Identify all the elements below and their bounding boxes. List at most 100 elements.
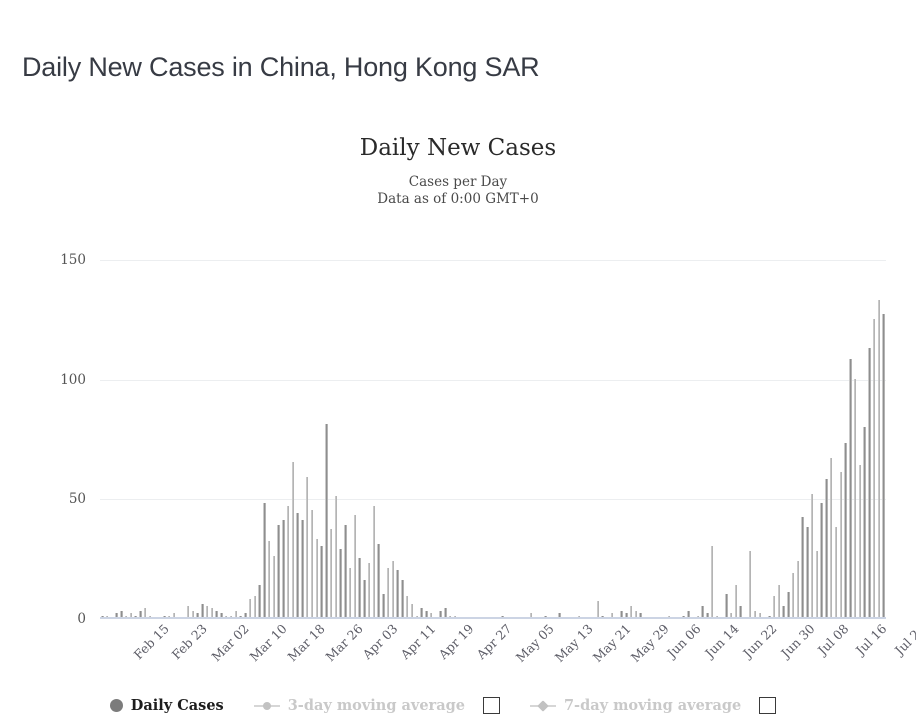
- bar[interactable]: [367, 562, 371, 618]
- x-axis-tick-label: Mar 18: [284, 621, 328, 665]
- bar[interactable]: [710, 546, 714, 618]
- bar[interactable]: [320, 546, 323, 618]
- bar[interactable]: [863, 426, 866, 618]
- x-axis-labels: Feb 15 Feb 23 Mar 02 Mar 10 Mar 18 Mar 26 Apr …: [100, 621, 916, 683]
- legend-item-2[interactable]: 3-day moving average: [253, 696, 500, 714]
- bar[interactable]: [339, 548, 342, 618]
- x-axis-tick-label: May 29: [627, 621, 672, 665]
- bar[interactable]: [734, 584, 738, 618]
- y-axis-tick-label: 150: [60, 251, 86, 268]
- x-axis-tick-label: Apr 03: [359, 621, 401, 662]
- plot-area: [100, 236, 886, 619]
- bar[interactable]: [391, 560, 395, 618]
- bar[interactable]: [396, 570, 399, 618]
- bar[interactable]: [815, 550, 819, 618]
- x-axis-tick-label: May 21: [589, 621, 634, 665]
- bar[interactable]: [201, 603, 204, 618]
- bar[interactable]: [253, 596, 257, 618]
- x-axis-tick-label: Jul 24: [891, 621, 916, 658]
- bar[interactable]: [825, 479, 828, 618]
- x-axis-tick-label: Apr 27: [473, 621, 515, 662]
- circle-marker-icon: [109, 698, 123, 712]
- bar[interactable]: [348, 567, 352, 618]
- y-axis-tick-label: 0: [77, 611, 86, 627]
- gridline: [100, 379, 886, 381]
- chart-subtitle: Cases per Day Data as of 0:00 GMT+0: [377, 174, 539, 207]
- diamond-marker-icon: [537, 699, 549, 712]
- bar[interactable]: [386, 567, 390, 618]
- bar[interactable]: [248, 598, 252, 618]
- bar[interactable]: [810, 493, 814, 618]
- bar[interactable]: [267, 541, 271, 618]
- bar[interactable]: [334, 495, 338, 618]
- bar[interactable]: [325, 424, 328, 618]
- bar[interactable]: [263, 503, 266, 618]
- bar[interactable]: [286, 505, 290, 618]
- bar[interactable]: [296, 512, 299, 618]
- page-title: Daily New Cases in China, Hong Kong SAR: [22, 52, 540, 82]
- bar[interactable]: [406, 596, 409, 618]
- x-axis-tick-label: Mar 26: [322, 621, 366, 665]
- bar[interactable]: [801, 517, 804, 618]
- bar[interactable]: [787, 591, 790, 618]
- y-axis: Novel Coronavirus Daily Cases 050100150: [0, 236, 96, 627]
- bar[interactable]: [853, 378, 857, 618]
- bar[interactable]: [258, 584, 261, 618]
- chart-legend: Daily Cases 3-day moving average 7-day mov…: [0, 688, 916, 722]
- x-axis-tick-label: Feb 23: [169, 621, 211, 663]
- bar[interactable]: [596, 601, 600, 618]
- bar[interactable]: [829, 457, 833, 618]
- bar[interactable]: [796, 560, 800, 618]
- bar[interactable]: [858, 464, 862, 618]
- x-axis-tick-label: May 05: [513, 621, 558, 665]
- bar[interactable]: [834, 527, 838, 618]
- bar[interactable]: [358, 558, 361, 618]
- bar[interactable]: [820, 503, 823, 618]
- bar[interactable]: [344, 524, 347, 618]
- bar[interactable]: [315, 539, 318, 618]
- bar[interactable]: [839, 471, 842, 618]
- bar[interactable]: [301, 519, 304, 618]
- legend-item-3[interactable]: 7-day moving average: [529, 696, 777, 714]
- bar[interactable]: [877, 299, 881, 618]
- bar[interactable]: [410, 603, 414, 618]
- bar[interactable]: [882, 314, 885, 618]
- bar[interactable]: [401, 579, 404, 618]
- bar[interactable]: [363, 579, 366, 618]
- bar[interactable]: [277, 524, 280, 618]
- bar[interactable]: [844, 443, 847, 618]
- x-axis-tick-label: Jun 14: [702, 621, 742, 661]
- bar[interactable]: [748, 550, 752, 618]
- bar[interactable]: [872, 318, 876, 618]
- bar[interactable]: [725, 594, 728, 618]
- line-marker-icon: [253, 699, 280, 712]
- bar[interactable]: [291, 462, 295, 618]
- x-axis-line: [100, 617, 886, 619]
- bar[interactable]: [353, 515, 357, 618]
- bar[interactable]: [305, 476, 309, 618]
- bar[interactable]: [849, 359, 852, 618]
- bar[interactable]: [772, 596, 776, 618]
- x-axis-tick-label: Jun 22: [740, 621, 780, 661]
- bar[interactable]: [382, 594, 385, 618]
- bar[interactable]: [806, 527, 809, 618]
- y-axis-tick-label: 50: [68, 491, 86, 508]
- bar[interactable]: [777, 584, 781, 618]
- chart-title: Daily New Cases: [359, 135, 557, 161]
- bar[interactable]: [791, 572, 795, 618]
- legend-toggle-checkbox[interactable]: [759, 696, 777, 714]
- bar[interactable]: [372, 505, 376, 618]
- x-axis-tick-label: Feb 15: [131, 621, 173, 663]
- bar[interactable]: [868, 347, 871, 618]
- bar[interactable]: [329, 529, 333, 618]
- bar[interactable]: [310, 510, 314, 618]
- bar[interactable]: [377, 543, 380, 618]
- x-axis-tick-label: Jun 06: [663, 621, 704, 661]
- legend-item-1[interactable]: Daily Cases: [109, 697, 224, 714]
- bar[interactable]: [272, 555, 276, 618]
- x-axis-tick-label: Jun 30: [778, 621, 818, 661]
- legend-label: 3-day moving average: [287, 696, 465, 714]
- bar[interactable]: [282, 519, 285, 618]
- x-axis-tick-label: Apr 11: [397, 621, 439, 662]
- legend-toggle-checkbox[interactable]: [482, 696, 500, 714]
